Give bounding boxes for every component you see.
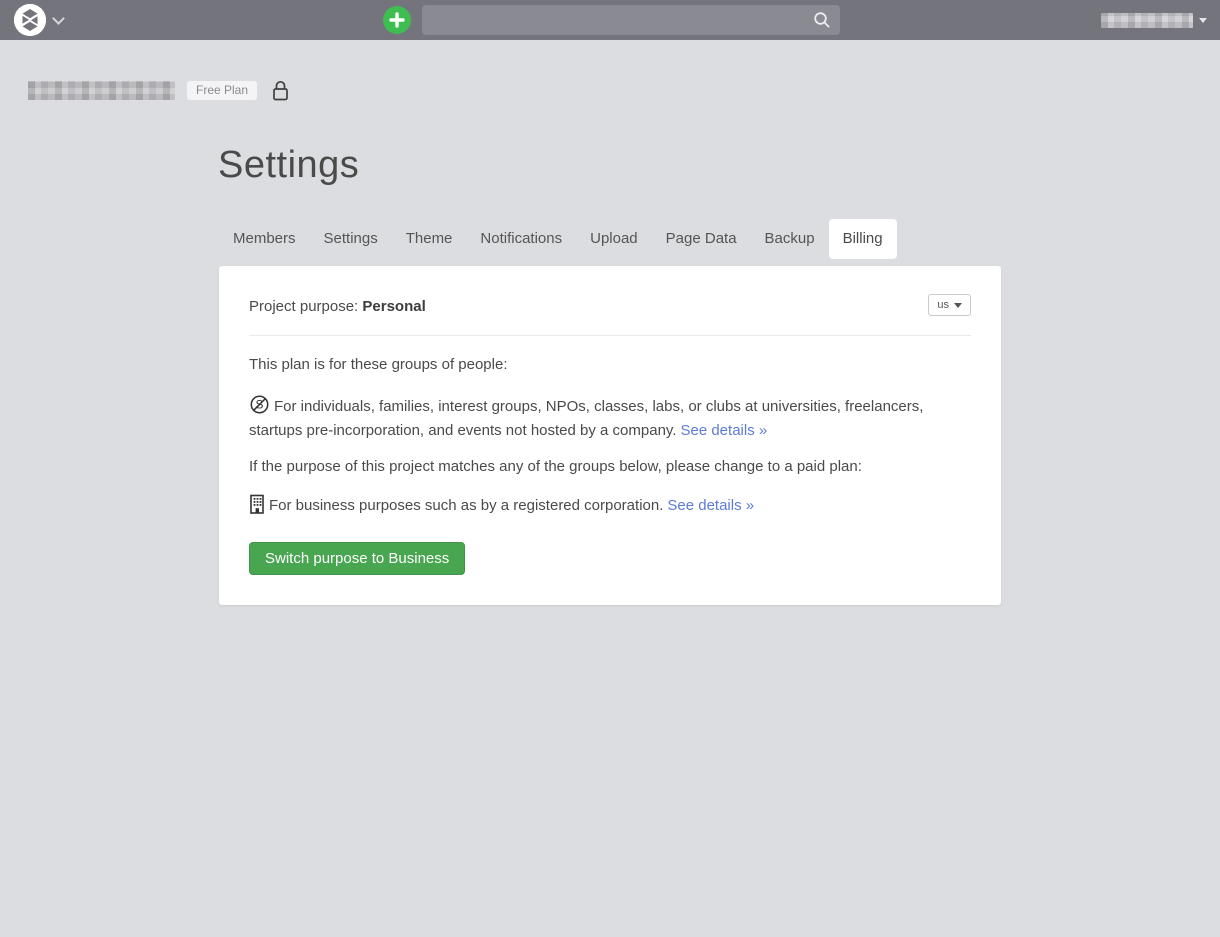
search-bar <box>422 5 840 35</box>
purpose-row: Project purpose: Personal us <box>249 297 971 317</box>
paid-plan-note: If the purpose of this project matches a… <box>249 457 971 477</box>
plan-intro-text: This plan is for these groups of people: <box>249 355 971 375</box>
no-money-icon: S <box>249 394 270 421</box>
page-title: Settings <box>218 144 359 187</box>
search-icon[interactable] <box>813 11 831 29</box>
blurred-user-name <box>1101 13 1193 28</box>
chevron-down-icon <box>52 12 65 25</box>
divider <box>249 335 971 336</box>
project-purpose-text: Project purpose: Personal <box>249 297 426 317</box>
tab-backup[interactable]: Backup <box>751 219 829 259</box>
purpose-label: Project purpose: <box>249 298 362 315</box>
region-selector-label: us <box>937 299 949 311</box>
tab-settings[interactable]: Settings <box>310 219 392 259</box>
region-selector-button[interactable]: us <box>928 294 971 316</box>
scrapbox-logo-icon <box>14 4 46 36</box>
purpose-value: Personal <box>362 298 425 315</box>
new-page-button[interactable] <box>383 6 411 34</box>
top-navbar <box>0 0 1220 40</box>
caret-down-icon <box>1199 18 1207 23</box>
tab-notifications[interactable]: Notifications <box>466 219 576 259</box>
user-menu-button[interactable] <box>1101 0 1207 40</box>
lock-icon <box>271 79 290 102</box>
plan-badge: Free Plan <box>187 81 257 100</box>
business-purpose-description: For business purposes such as by a regis… <box>249 494 971 520</box>
business-purpose-text: For business purposes such as by a regis… <box>269 497 663 514</box>
switch-purpose-button[interactable]: Switch purpose to Business <box>249 542 465 575</box>
tab-theme[interactable]: Theme <box>392 219 467 259</box>
tab-page-data[interactable]: Page Data <box>652 219 751 259</box>
billing-panel: Project purpose: Personal us This plan i… <box>219 266 1001 605</box>
building-icon <box>249 494 265 520</box>
project-switcher-button[interactable] <box>14 4 63 36</box>
business-see-details-link[interactable]: See details » <box>667 497 754 514</box>
caret-down-icon <box>954 303 962 308</box>
plus-icon <box>389 12 405 28</box>
tab-upload[interactable]: Upload <box>576 219 652 259</box>
project-header: Free Plan <box>28 79 290 102</box>
tab-members[interactable]: Members <box>219 219 310 259</box>
tab-billing[interactable]: Billing <box>829 219 897 259</box>
settings-tabs: Members Settings Theme Notifications Upl… <box>219 219 897 259</box>
personal-purpose-description: S For individuals, families, interest gr… <box>249 394 971 441</box>
blurred-project-name <box>28 81 175 100</box>
personal-see-details-link[interactable]: See details » <box>680 422 767 439</box>
search-input[interactable] <box>422 5 813 35</box>
personal-purpose-text: For individuals, families, interest grou… <box>249 398 923 439</box>
